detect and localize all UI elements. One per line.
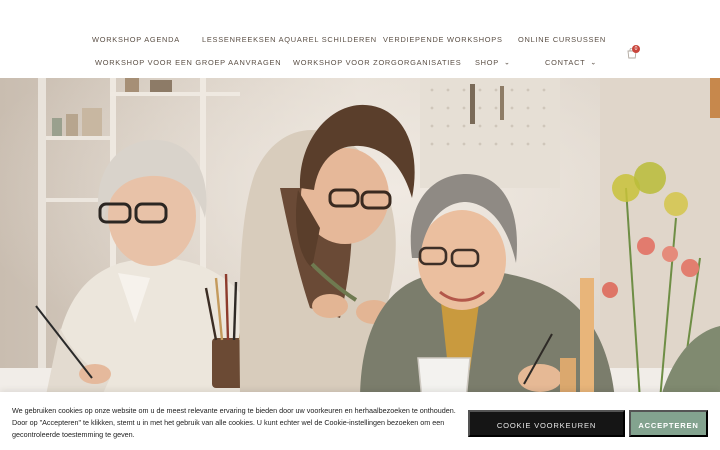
nav-item-groep-aanvragen[interactable]: WORKSHOP VOOR EEN GROEP AANVRAGEN <box>95 54 281 72</box>
cookie-consent-text: We gebruiken cookies op onze website om … <box>12 406 456 439</box>
nav-item-contact[interactable]: CONTACT ⌄ <box>545 54 597 72</box>
chevron-down-icon: ⌄ <box>503 59 511 67</box>
nav-item-online-cursussen[interactable]: ONLINE CURSUSSEN <box>518 31 606 49</box>
nav-item-workshop-agenda[interactable]: WORKSHOP AGENDA <box>92 31 180 49</box>
nav-item-shop-label: SHOP <box>475 58 499 67</box>
nav-item-contact-label: CONTACT <box>545 58 586 67</box>
nav-item-shop[interactable]: SHOP ⌄ <box>475 54 511 72</box>
cookie-consent-bar: We gebruiken cookies op onze website om … <box>0 392 720 450</box>
nav-item-lessenreeksen[interactable]: LESSENREEKSEN AQUAREL SCHILDEREN <box>202 31 377 49</box>
site-header: WORKSHOP AGENDA LESSENREEKSEN AQUAREL SC… <box>0 0 720 78</box>
nav-row-secondary: WORKSHOP VOOR EEN GROEP AANVRAGEN WORKSH… <box>0 54 720 72</box>
cookie-preferences-button[interactable]: COOKIE VOORKEUREN AANPASSEN <box>468 410 625 450</box>
hero-image <box>0 78 720 400</box>
chevron-down-icon: ⌄ <box>590 59 598 67</box>
cart-count-badge: 0 <box>632 45 640 53</box>
accept-cookies-button[interactable]: ACCEPTEREN <box>629 410 708 437</box>
workshop-photo <box>0 78 720 400</box>
nav-item-verdiepende-workshops[interactable]: VERDIEPENDE WORKSHOPS <box>383 31 503 49</box>
nav-item-zorgorganisaties[interactable]: WORKSHOP VOOR ZORGORGANISATIES <box>293 54 461 72</box>
nav-row-primary: WORKSHOP AGENDA LESSENREEKSEN AQUAREL SC… <box>0 31 720 49</box>
cart-button[interactable]: 0 <box>627 45 640 60</box>
